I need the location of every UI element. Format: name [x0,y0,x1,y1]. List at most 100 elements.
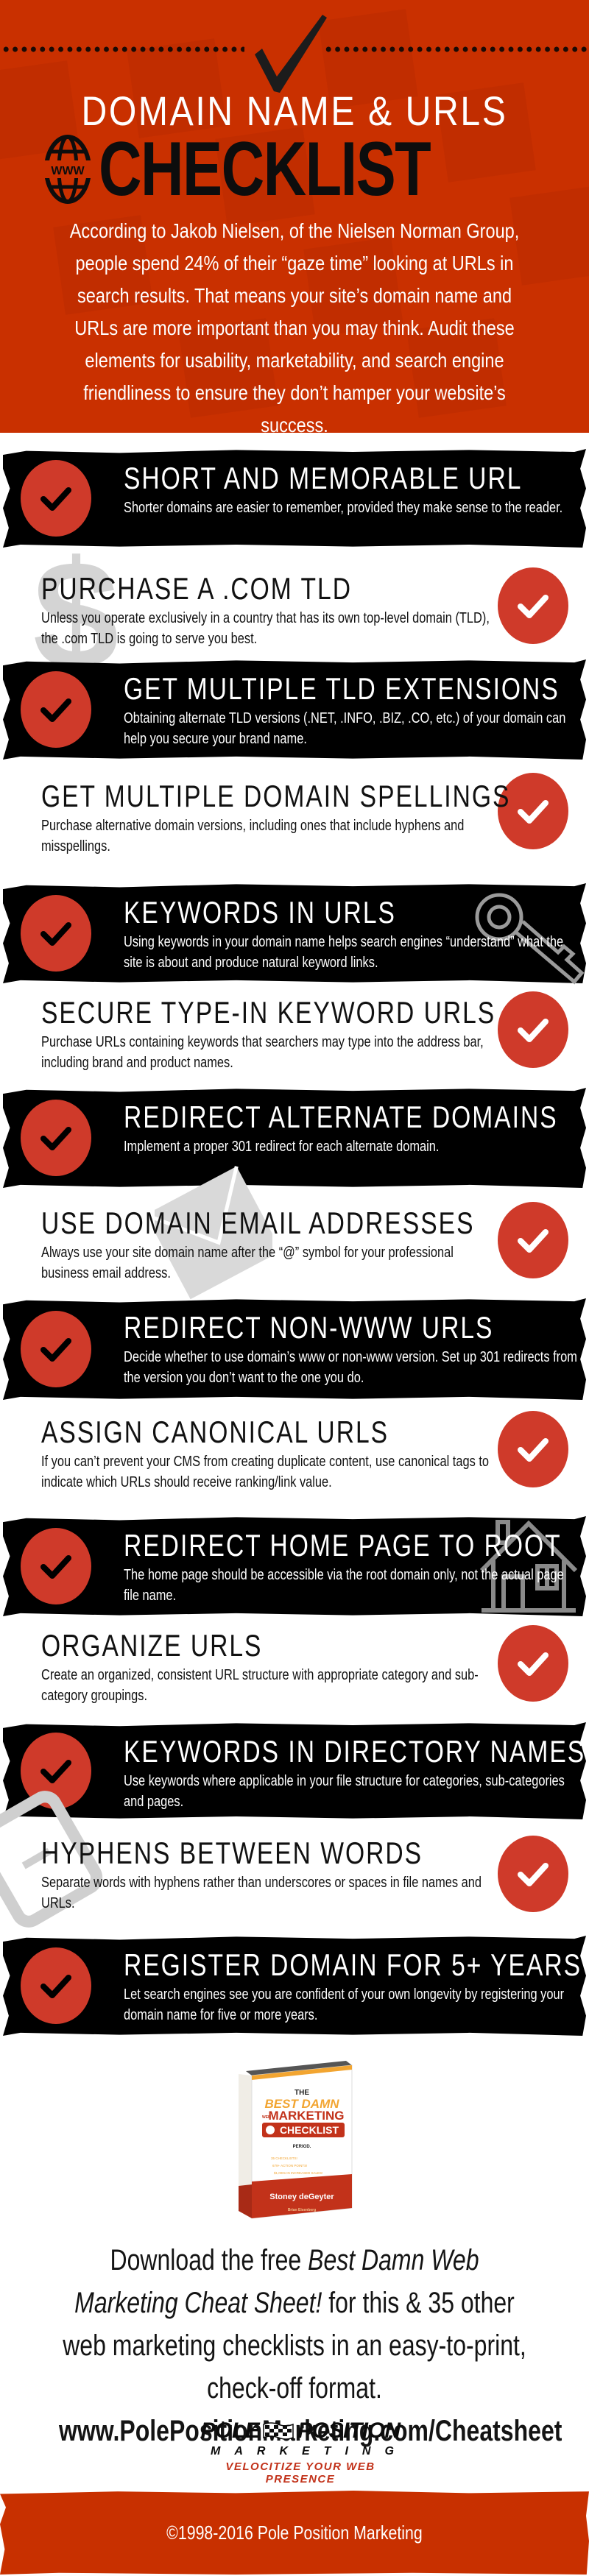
footer-band: ©1998-2016 Pole Position Marketing [0,2491,589,2575]
pole-position-logo[interactable]: POLE POSITION MARKETING VELOCITIZE YOUR … [197,2418,403,2485]
check-circle[interactable] [498,1202,568,1278]
item-text: ASSIGN CANONICAL URLS If you can’t preven… [41,1415,490,1493]
checkmark-icon [255,15,327,93]
checklist-item: SECURE TYPE-IN KEYWORD URLS Purchase URLs… [0,982,589,1078]
checkmark-icon [40,698,71,722]
logo-wordmark: POLE POSITION [197,2418,403,2444]
item-title: SECURE TYPE-IN KEYWORD URLS [41,995,496,1030]
checkmark-icon [40,1127,71,1150]
check-circle[interactable] [21,1311,91,1387]
book-author: Stoney deGeyter [269,2193,334,2201]
check-circle[interactable] [498,1625,568,1702]
intro-text: According to Jakob Nielsen, of the Niels… [69,219,520,433]
item-title: REDIRECT NON-WWW URLS [124,1310,494,1345]
checkmark-icon [40,1975,71,1998]
checklist-item: REDIRECT ALTERNATE DOMAINS Implement a pr… [0,1088,589,1188]
logo-word-pole: POLE [200,2418,260,2443]
item-description: Using keywords in your domain name helps… [124,934,564,971]
checkmark-icon [518,800,549,824]
item-description: Separate words with hyphens rather than … [41,1875,482,1911]
checkmark-icon [40,1760,71,1783]
item-text: KEYWORDS IN URLS Using keywords in your d… [124,895,579,973]
item-description: Decide whether to use domain’s www or no… [124,1349,577,1386]
checkmark-icon [518,595,549,618]
checkmark-icon [518,1019,549,1042]
item-text: GET MULTIPLE DOMAIN SPELLINGS Purchase al… [41,779,511,857]
book-cover-image: THE BEST DAMN WEB MARKETING CHECKLIST PE… [239,2061,353,2219]
checklist-item: ORGANIZE URLS Create an organized, consis… [0,1615,589,1712]
check-circle[interactable] [498,567,568,644]
check-circle[interactable] [21,1947,91,2024]
check-circle[interactable] [21,460,91,537]
check-circle[interactable] [21,1528,91,1604]
checklist-item: GET MULTIPLE TLD EXTENSIONS Obtaining alt… [0,659,589,760]
book-the: THE [294,2089,309,2097]
checklist-item: SHORT AND MEMORABLE URL Shorter domains a… [0,449,589,548]
checklist-item: $ PURCHASE A .COM TLD Unless you operate e… [0,543,589,683]
item-title: GET MULTIPLE TLD EXTENSIONS [124,671,560,706]
check-circle[interactable] [21,1100,91,1176]
item-title: SHORT AND MEMORABLE URL [124,461,523,495]
item-description: Unless you operate exclusively in a coun… [41,610,490,647]
checkmark-icon [40,1555,71,1579]
check-circle[interactable] [498,1411,568,1487]
checklist-item: REDIRECT NON-WWW URLS Decide whether to u… [0,1298,589,1400]
item-description: Purchase URLs containing keywords that s… [41,1034,484,1071]
checkmark-icon [40,1338,71,1362]
book-period: PERIOD. [293,2145,311,2149]
item-text: REGISTER DOMAIN FOR 5+ YEARS Let search e… [124,1947,582,2025]
item-text: PURCHASE A .COM TLD Unless you operate ex… [41,571,490,649]
item-title: KEYWORDS IN URLS [124,895,396,930]
book-foreword: Brian Eisenberg [288,2208,316,2212]
item-description: Shorter domains are easier to remember, … [124,500,563,516]
logo-tagline: VELOCITIZE YOUR WEB PRESENCE [225,2460,375,2485]
dotted-rule-right [324,46,589,53]
checklist-item: REDIRECT HOME PAGE TO ROOT The home page … [0,1516,589,1616]
item-title: PURCHASE A .COM TLD [41,571,353,606]
check-circle[interactable] [498,991,568,1068]
item-text: ORGANIZE URLS Create an organized, consis… [41,1628,490,1706]
checklist-item: REGISTER DOMAIN FOR 5+ YEARS Let search e… [0,1936,589,2036]
item-description: Purchase alternative domain versions, in… [41,818,465,854]
item-title: HYPHENS BETWEEN WORDS [41,1836,423,1870]
item-description: Always use your site domain name after t… [41,1245,454,1281]
checkmark-icon [518,1438,549,1462]
title-checklist: CHECKLIST [99,127,431,212]
item-text: KEYWORDS IN DIRECTORY NAMES Use keywords … [124,1734,584,1812]
item-title: REDIRECT ALTERNATE DOMAINS [124,1100,558,1134]
www-globe-icon: WWW [44,135,91,204]
item-text: REDIRECT NON-WWW URLS Decide whether to u… [124,1310,579,1388]
checkmark-icon [518,1863,549,1886]
item-description: Obtaining alternate TLD versions (.NET, … [124,710,566,747]
dotted-rule-left [1,46,244,53]
checklist-item: GET MULTIPLE DOMAIN SPELLINGS Purchase al… [0,765,589,857]
item-text: REDIRECT ALTERNATE DOMAINS Implement a pr… [124,1100,579,1157]
book-bullet: $1,000s IN INCREASED SALES! [274,2171,322,2175]
title-line-2: WWW CHECKLIST [44,127,523,212]
item-text: HYPHENS BETWEEN WORDS Separate words with… [41,1836,490,1914]
header-banner: DOMAIN NAME & URLS WWW CHECKLIST Accordi… [0,0,589,433]
item-title: USE DOMAIN EMAIL ADDRESSES [41,1206,475,1240]
item-text: REDIRECT HOME PAGE TO ROOT The home page … [124,1528,579,1606]
item-text: SECURE TYPE-IN KEYWORD URLS Purchase URLs… [41,995,496,1073]
item-title: ASSIGN CANONICAL URLS [41,1415,389,1449]
intro-paragraph: According to Jakob Nielsen, of the Niels… [54,215,535,433]
check-circle[interactable] [21,895,91,972]
copyright-text: ©1998-2016 Pole Position Marketing [166,2521,423,2544]
checkmark-icon [518,1652,549,1676]
checkmark-icon [518,1229,549,1253]
item-title: GET MULTIPLE DOMAIN SPELLINGS [41,779,511,813]
checkered-flag-icon [263,2422,294,2440]
check-circle[interactable] [498,1836,568,1912]
book-bullet: 679+ ACTION POINTS! [272,2164,307,2168]
item-description: Let search engines see you are confident… [124,1986,565,2023]
item-description: Create an organized, consistent URL stru… [41,1667,479,1704]
item-title: REGISTER DOMAIN FOR 5+ YEARS [124,1947,582,1982]
book-title-2: MARKETING [269,2109,345,2123]
item-description: If you can’t prevent your CMS from creat… [41,1454,490,1490]
checkmark-icon [40,922,71,946]
check-circle[interactable] [21,671,91,748]
item-text: USE DOMAIN EMAIL ADDRESSES Always use you… [41,1206,490,1284]
checkmark-icon [40,487,71,511]
book-title-3: CHECKLIST [280,2124,339,2136]
